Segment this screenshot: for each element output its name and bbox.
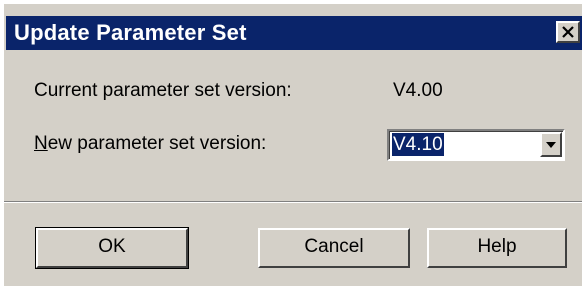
new-version-selected-value[interactable]: V4.10 [392,133,444,156]
dropdown-button[interactable] [540,132,562,157]
dialog-window: Update Parameter Set Current parameter s… [0,0,587,286]
ok-button[interactable]: OK [35,227,189,269]
new-version-label: New parameter set version: [34,133,266,155]
help-button[interactable]: Help [427,228,567,268]
separator-highlight [4,202,582,203]
cancel-button[interactable]: Cancel [258,228,410,268]
close-icon [562,26,574,38]
new-version-label-mnemonic: N [34,133,48,154]
chevron-down-icon [546,142,556,148]
current-version-label: Current parameter set version: [34,80,292,101]
title-bar[interactable]: Update Parameter Set [6,16,582,50]
close-button[interactable] [556,21,580,43]
dialog-title: Update Parameter Set [14,20,247,45]
new-version-label-rest: ew parameter set version: [47,133,267,154]
new-version-combobox[interactable]: V4.10 [387,129,565,161]
current-version-value: V4.00 [393,80,443,101]
